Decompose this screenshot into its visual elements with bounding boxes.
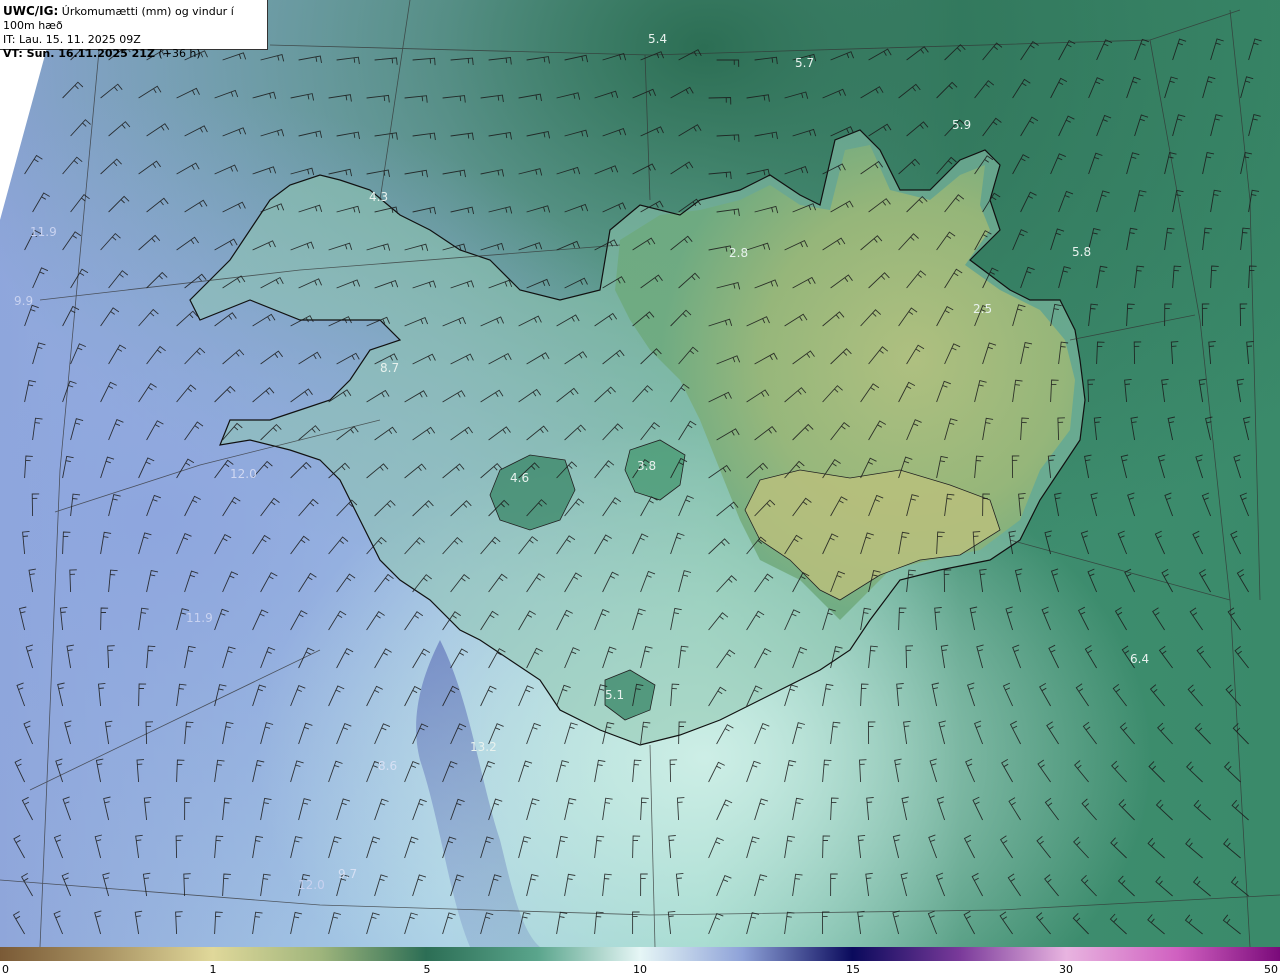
colorbar-tick: 1 xyxy=(209,963,217,976)
value-label: 5.7 xyxy=(795,56,814,70)
model-name: UWC/IG: xyxy=(3,4,59,18)
valid-time: VT: Sun. 16.11.2025 21Z (+36 h) xyxy=(3,47,264,61)
value-label: 11.9 xyxy=(30,225,57,239)
precipitation-map: 5.4 5.7 5.9 4.3 11.9 2.8 5.8 2.5 8.7 3.8… xyxy=(0,0,1280,947)
value-label: 5.8 xyxy=(1072,245,1091,259)
colorbar-gradient xyxy=(0,947,1280,961)
colorbar: 0 1 5 10 15 30 50 xyxy=(0,947,1280,978)
value-label: 2.5 xyxy=(973,302,992,316)
value-label: 12.0 xyxy=(230,467,257,481)
colorbar-tick: 5 xyxy=(423,963,431,976)
colorbar-tick: 10 xyxy=(633,963,647,976)
value-label: 6.4 xyxy=(1130,652,1149,666)
value-label: 2.8 xyxy=(729,246,748,260)
value-label: 12.0 xyxy=(298,878,325,892)
value-label: 5.1 xyxy=(605,688,624,702)
colorbar-tick: 0 xyxy=(2,963,9,976)
colorbar-tick: 15 xyxy=(846,963,860,976)
value-label: 8.7 xyxy=(380,361,399,375)
colorbar-tick: 30 xyxy=(1059,963,1073,976)
value-label: 3.8 xyxy=(637,459,656,473)
map-title: UWC/IG: Úrkomumætti (mm) og vindur í 100… xyxy=(3,4,264,33)
value-label: 11.9 xyxy=(186,611,213,625)
map-header: UWC/IG: Úrkomumætti (mm) og vindur í 100… xyxy=(0,0,268,60)
value-label: 9.7 xyxy=(338,867,357,881)
valid-time-bold: VT: Sun. 16.11.2025 21Z xyxy=(3,47,155,60)
forecast-lead: (+36 h) xyxy=(154,47,201,60)
value-label: 5.4 xyxy=(648,32,667,46)
value-label: 4.3 xyxy=(369,190,388,204)
colorbar-tick: 50 xyxy=(1264,963,1278,976)
value-label: 5.9 xyxy=(952,118,971,132)
value-label: 4.6 xyxy=(510,471,529,485)
value-label: 9.9 xyxy=(14,294,33,308)
value-label: 13.2 xyxy=(470,740,497,754)
initial-time: IT: Lau. 15. 11. 2025 09Z xyxy=(3,33,141,46)
value-label: 8.6 xyxy=(378,759,397,773)
